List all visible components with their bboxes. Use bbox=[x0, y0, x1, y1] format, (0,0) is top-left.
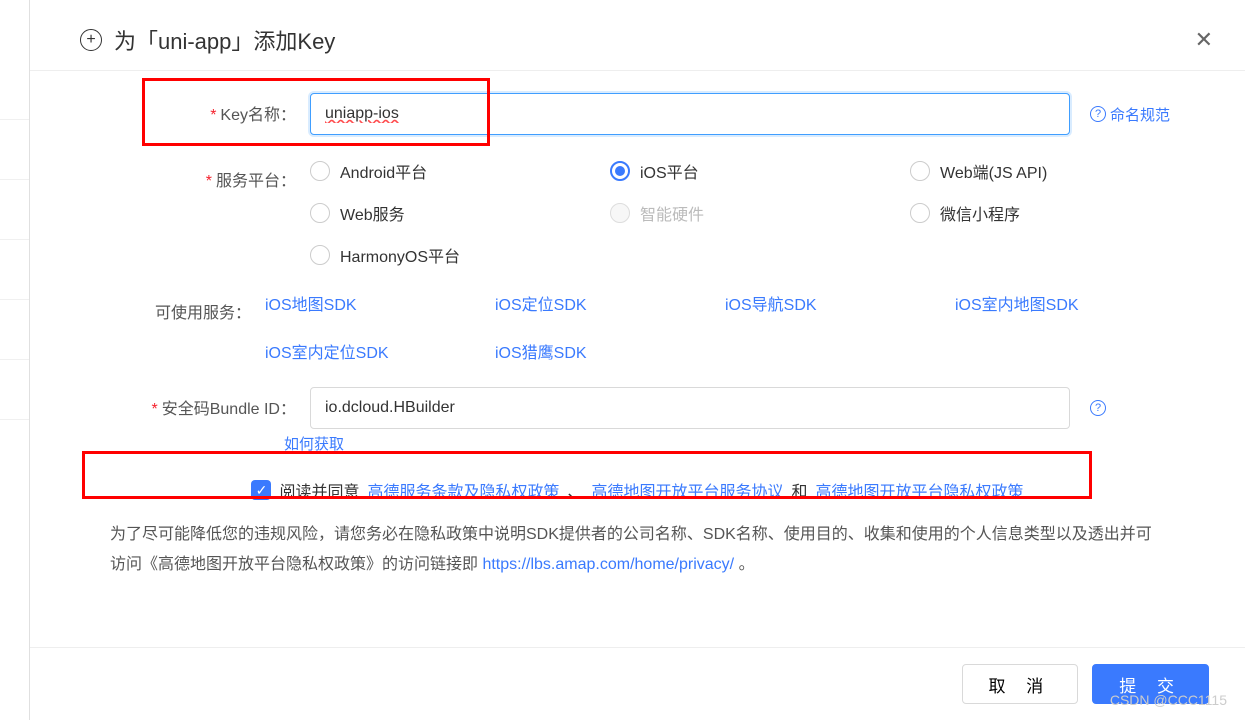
bundle-id-input[interactable] bbox=[310, 387, 1070, 429]
available-services-label: 可使用服务： bbox=[90, 291, 265, 323]
add-key-modal: + 为「uni-app」添加Key ✕ *Key名称： ? 命名规范 *服务平台… bbox=[30, 0, 1245, 720]
privacy-note: 为了尽可能降低您的违规风险，请您务必在隐私政策中说明SDK提供者的公司名称、SD… bbox=[90, 520, 1185, 581]
radio-wechat-miniapp[interactable]: 微信小程序 bbox=[910, 201, 1170, 225]
modal-title-text: 为「uni-app」添加Key bbox=[114, 24, 335, 56]
radio-webservice[interactable]: Web服务 bbox=[310, 201, 610, 225]
service-link-ios-hawk[interactable]: iOS猎鹰SDK bbox=[495, 339, 725, 363]
plus-circle-icon: + bbox=[80, 29, 102, 51]
modal-header: + 为「uni-app」添加Key ✕ bbox=[30, 0, 1245, 71]
agreement-row: ✓ 阅读并同意 高德服务条款及隐私权政策 、 高德地图开放平台服务协议 和 高德… bbox=[90, 478, 1185, 502]
radio-icon bbox=[910, 161, 930, 181]
radio-icon bbox=[310, 245, 330, 265]
help-icon: ? bbox=[1090, 400, 1106, 416]
modal-footer: 取 消 提 交 bbox=[30, 647, 1245, 720]
service-platform-label: *服务平台： bbox=[90, 159, 310, 191]
privacy-url-link[interactable]: https://lbs.amap.com/home/privacy/ bbox=[482, 556, 734, 573]
service-link-ios-location[interactable]: iOS定位SDK bbox=[495, 291, 725, 315]
bundle-id-row: *安全码Bundle ID： ? bbox=[90, 387, 1185, 429]
radio-icon bbox=[610, 203, 630, 223]
cancel-button[interactable]: 取 消 bbox=[962, 664, 1079, 704]
radio-smart-hardware: 智能硬件 bbox=[610, 201, 910, 225]
help-icon: ? bbox=[1090, 106, 1106, 122]
service-link-ios-indoor-map[interactable]: iOS室内地图SDK bbox=[955, 291, 1185, 315]
available-services-row: 可使用服务： iOS地图SDK iOS定位SDK iOS导航SDK iOS室内地… bbox=[90, 291, 1185, 363]
how-to-get-link[interactable]: 如何获取 bbox=[284, 436, 344, 453]
sidebar-stub bbox=[0, 0, 30, 720]
service-link-ios-navigation[interactable]: iOS导航SDK bbox=[725, 291, 955, 315]
radio-android[interactable]: Android平台 bbox=[310, 159, 610, 183]
agreement-prefix: 阅读并同意 bbox=[279, 478, 359, 502]
radio-icon bbox=[310, 203, 330, 223]
radio-ios[interactable]: iOS平台 bbox=[610, 159, 910, 183]
radio-icon bbox=[310, 161, 330, 181]
service-link-ios-indoor-location[interactable]: iOS室内定位SDK bbox=[265, 339, 495, 363]
radio-web-jsapi[interactable]: Web端(JS API) bbox=[910, 159, 1170, 183]
service-platform-row: *服务平台： Android平台 iOS平台 Web端(JS API) bbox=[90, 159, 1185, 267]
radio-icon bbox=[610, 161, 630, 181]
platform-agreement-link[interactable]: 高德地图开放平台服务协议 bbox=[592, 478, 784, 502]
agreement-checkbox[interactable]: ✓ bbox=[251, 480, 271, 500]
privacy-policy-link[interactable]: 高德地图开放平台隐私权政策 bbox=[816, 478, 1024, 502]
close-icon[interactable]: ✕ bbox=[1195, 27, 1213, 53]
terms-link[interactable]: 高德服务条款及隐私权政策 bbox=[367, 478, 559, 502]
modal-title: + 为「uni-app」添加Key bbox=[80, 24, 335, 56]
key-name-input[interactable] bbox=[310, 93, 1070, 135]
key-name-row: *Key名称： ? 命名规范 bbox=[90, 93, 1185, 135]
radio-icon bbox=[910, 203, 930, 223]
watermark: CSDN @CCC1115 bbox=[1110, 692, 1227, 708]
bundle-help-icon[interactable]: ? bbox=[1090, 400, 1106, 416]
radio-harmonyos[interactable]: HarmonyOS平台 bbox=[310, 243, 610, 267]
service-link-ios-map[interactable]: iOS地图SDK bbox=[265, 291, 495, 315]
key-name-label: *Key名称： bbox=[90, 93, 310, 125]
bundle-id-label: *安全码Bundle ID： bbox=[90, 387, 310, 419]
naming-guide-link[interactable]: ? 命名规范 bbox=[1090, 104, 1170, 125]
modal-body: *Key名称： ? 命名规范 *服务平台： Android平台 bbox=[30, 71, 1245, 647]
